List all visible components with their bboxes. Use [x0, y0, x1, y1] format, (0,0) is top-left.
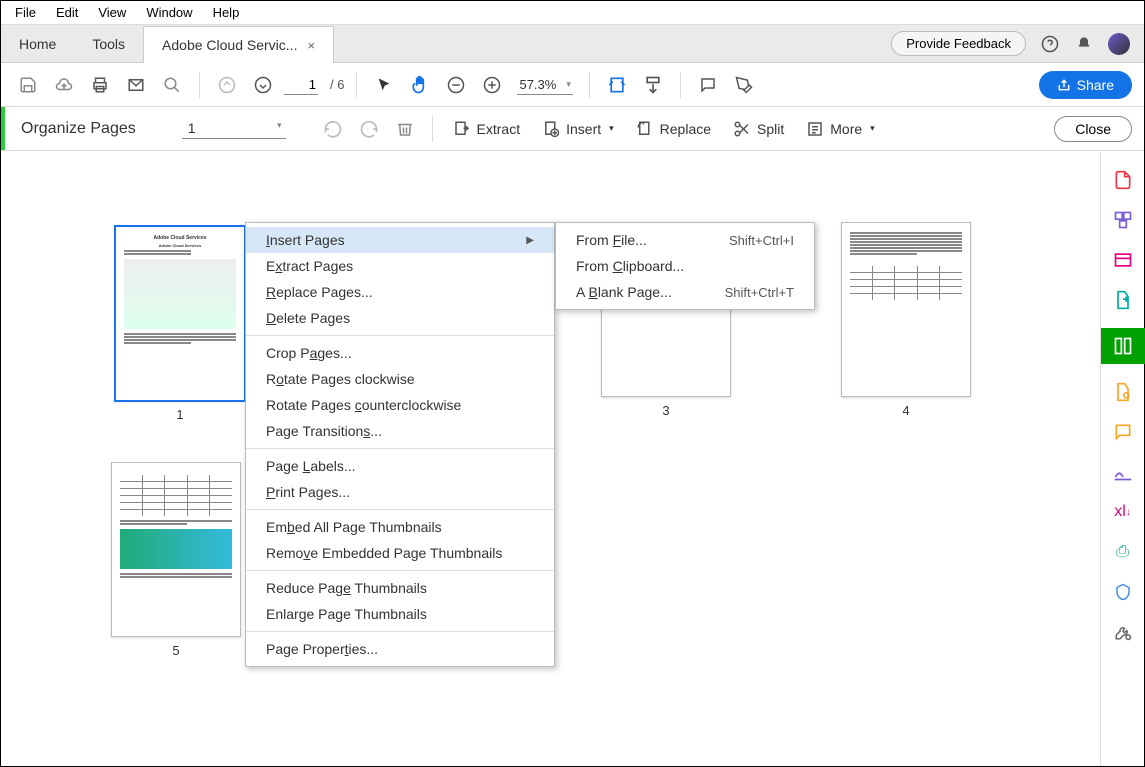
rail-fill-sign-icon[interactable]	[1111, 460, 1135, 484]
save-icon[interactable]	[13, 70, 43, 100]
tab-home[interactable]: Home	[1, 25, 74, 62]
workspace: Adobe Cloud Services Adobe Cloud Service…	[1, 152, 1100, 766]
pointer-icon[interactable]	[369, 70, 399, 100]
rail-combine-icon[interactable]	[1111, 208, 1135, 232]
ctx-page-labels[interactable]: Page Labels...	[246, 453, 554, 479]
split-button[interactable]: Split	[725, 116, 792, 142]
ctx-rotate-ccw[interactable]: Rotate Pages counterclockwise	[246, 392, 554, 418]
thumbnail-page-5[interactable]: 5	[111, 462, 241, 658]
highlight-icon[interactable]	[729, 70, 759, 100]
page-total-label: / 6	[330, 77, 344, 92]
replace-button[interactable]: Replace	[628, 116, 719, 142]
ctx-page-properties[interactable]: Page Properties...	[246, 636, 554, 662]
ctx-enlarge-thumbs[interactable]: Enlarge Page Thumbnails	[246, 601, 554, 627]
submenu-blank-page[interactable]: A Blank Page...Shift+Ctrl+T	[556, 279, 814, 305]
close-icon[interactable]: ×	[307, 38, 315, 53]
ctx-delete-pages[interactable]: Delete Pages	[246, 305, 554, 331]
thumbnail-label: 5	[111, 643, 241, 658]
menu-edit[interactable]: Edit	[46, 3, 88, 22]
provide-feedback-button[interactable]: Provide Feedback	[891, 31, 1026, 56]
rail-convert-icon[interactable]: xl↓	[1111, 500, 1135, 524]
tabbar: Home Tools Adobe Cloud Servic... × Provi…	[1, 25, 1144, 63]
ctx-reduce-thumbs[interactable]: Reduce Page Thumbnails	[246, 575, 554, 601]
ctx-embed-thumbs[interactable]: Embed All Page Thumbnails	[246, 514, 554, 540]
rail-optimize-icon[interactable]: ⎙	[1111, 540, 1135, 564]
delete-icon[interactable]	[390, 114, 420, 144]
context-menu: Insert Pages▶ Extract Pages Replace Page…	[245, 222, 555, 667]
thumbnail-label: 3	[601, 403, 731, 418]
page-up-icon[interactable]	[212, 70, 242, 100]
comment-icon[interactable]	[693, 70, 723, 100]
more-button[interactable]: More▾	[798, 116, 882, 142]
thumbnail-label: 1	[115, 407, 245, 422]
thumbnail-page-1[interactable]: Adobe Cloud Services Adobe Cloud Service…	[111, 222, 249, 426]
fit-page-icon[interactable]	[638, 70, 668, 100]
ctx-print-pages[interactable]: Print Pages...	[246, 479, 554, 505]
ctx-transitions[interactable]: Page Transitions...	[246, 418, 554, 444]
menubar: File Edit View Window Help	[1, 1, 1144, 25]
menu-view[interactable]: View	[88, 3, 136, 22]
menu-file[interactable]: File	[5, 3, 46, 22]
rail-edit-icon[interactable]	[1111, 248, 1135, 272]
thumbnail-label: 4	[841, 403, 971, 418]
ctx-remove-embed-thumbs[interactable]: Remove Embedded Page Thumbnails	[246, 540, 554, 566]
fit-width-icon[interactable]	[602, 70, 632, 100]
insert-button[interactable]: Insert▾	[534, 116, 622, 142]
help-icon[interactable]	[1040, 34, 1060, 54]
organize-title: Organize Pages	[21, 120, 136, 138]
cloud-upload-icon[interactable]	[49, 70, 79, 100]
menu-window[interactable]: Window	[136, 3, 202, 22]
rail-comment-icon[interactable]	[1111, 420, 1135, 444]
toolbar: / 6 57.3% Share	[1, 63, 1144, 107]
submenu-from-file[interactable]: From File...Shift+Ctrl+I	[556, 227, 814, 253]
rail-export-icon[interactable]	[1111, 288, 1135, 312]
zoom-select[interactable]: 57.3%	[517, 75, 572, 95]
insert-submenu: From File...Shift+Ctrl+I From Clipboard.…	[555, 222, 815, 310]
ctx-rotate-cw[interactable]: Rotate Pages clockwise	[246, 366, 554, 392]
tab-tools[interactable]: Tools	[74, 25, 143, 62]
ctx-crop-pages[interactable]: Crop Pages...	[246, 340, 554, 366]
close-button[interactable]: Close	[1054, 116, 1132, 142]
zoom-in-icon[interactable]	[477, 70, 507, 100]
share-button[interactable]: Share	[1039, 71, 1132, 99]
avatar[interactable]	[1108, 33, 1130, 55]
submenu-from-clipboard[interactable]: From Clipboard...	[556, 253, 814, 279]
extract-button[interactable]: Extract	[445, 116, 529, 142]
page-down-icon[interactable]	[248, 70, 278, 100]
page-select[interactable]: 1	[182, 118, 286, 139]
ctx-extract-pages[interactable]: Extract Pages	[246, 253, 554, 279]
zoom-out-icon[interactable]	[441, 70, 471, 100]
tab-document[interactable]: Adobe Cloud Servic... ×	[143, 26, 334, 63]
rail-organize-icon[interactable]	[1101, 328, 1145, 364]
print-icon[interactable]	[85, 70, 115, 100]
redo-icon[interactable]	[354, 114, 384, 144]
rail-protect-icon[interactable]	[1111, 580, 1135, 604]
rail-signature-icon[interactable]	[1111, 380, 1135, 404]
page-number-input[interactable]	[284, 75, 318, 95]
undo-icon[interactable]	[318, 114, 348, 144]
organize-pages-bar: Organize Pages 1 Extract Insert▾ Replace…	[1, 107, 1144, 151]
tab-document-label: Adobe Cloud Servic...	[162, 37, 297, 53]
ctx-insert-pages[interactable]: Insert Pages▶	[246, 227, 554, 253]
rail-create-pdf-icon[interactable]	[1111, 168, 1135, 192]
search-icon[interactable]	[157, 70, 187, 100]
ctx-replace-pages[interactable]: Replace Pages...	[246, 279, 554, 305]
hand-icon[interactable]	[405, 70, 435, 100]
right-tool-rail: xl↓ ⎙	[1100, 152, 1144, 766]
email-icon[interactable]	[121, 70, 151, 100]
thumbnail-page-4[interactable]: 4	[841, 222, 971, 418]
menu-help[interactable]: Help	[203, 3, 250, 22]
rail-more-tools-icon[interactable]	[1111, 620, 1135, 644]
bell-icon[interactable]	[1074, 34, 1094, 54]
